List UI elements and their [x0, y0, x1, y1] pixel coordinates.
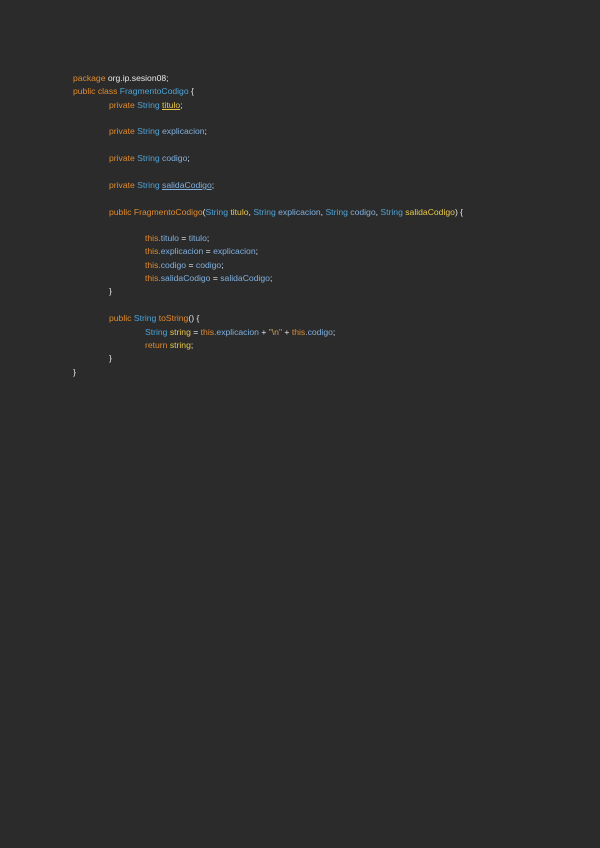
- type: String: [253, 207, 276, 217]
- code-line-field-salidaCodigo: private String salidaCodigo;: [109, 180, 214, 190]
- method-name: toString: [156, 313, 189, 323]
- closing-brace: }: [109, 353, 112, 363]
- field-access: .explicacion: [158, 246, 204, 256]
- document-page: package org.ip.sesion08; public class Fr…: [0, 0, 600, 848]
- code-line-assign-explicacion: this.explicacion = explicacion;: [145, 246, 258, 256]
- class-name: FragmentoCodigo: [117, 86, 189, 96]
- keyword: public: [109, 207, 132, 217]
- code-line-return: return string;: [145, 340, 194, 350]
- parameter: titulo: [227, 207, 249, 217]
- field-access: .explicacion: [214, 327, 259, 337]
- code-line-field-titulo: private String titulo;: [109, 100, 183, 110]
- code-line-close-constructor: }: [109, 286, 112, 296]
- parameter: salidaCodigo: [402, 207, 455, 217]
- code-line-close-class: }: [73, 367, 76, 377]
- code-line-assign-codigo: this.codigo = codigo;: [145, 260, 224, 270]
- type: String: [145, 327, 168, 337]
- code-line-tostring-declaration: public String toString() {: [109, 313, 200, 323]
- keyword: private: [109, 100, 135, 110]
- punctuation: ;: [187, 153, 190, 163]
- package-name: org.ip.sesion08;: [105, 73, 169, 83]
- type: String: [134, 126, 160, 136]
- parameter: explicacion: [275, 207, 321, 217]
- code-line-assign-titulo: this.titulo = titulo;: [145, 233, 210, 243]
- type: String: [134, 100, 160, 110]
- variable: explicacion: [213, 246, 256, 256]
- field-access: .codigo: [158, 260, 187, 270]
- keyword: package: [73, 73, 106, 83]
- code-line-field-explicacion: private String explicacion;: [109, 126, 207, 136]
- type: String: [134, 180, 160, 190]
- field-name: explicacion: [162, 126, 205, 136]
- keyword: this: [145, 273, 159, 283]
- type: String: [131, 313, 157, 323]
- type: String: [325, 207, 348, 217]
- code-line-close-method: }: [109, 353, 112, 363]
- field-access: .salidaCodigo: [158, 273, 211, 283]
- code-line-package: package org.ip.sesion08;: [73, 73, 169, 83]
- field-access: .titulo: [158, 233, 179, 243]
- string-literal: "\n": [268, 327, 283, 337]
- closing-brace: }: [73, 367, 76, 377]
- type: String: [134, 153, 160, 163]
- keyword: this: [145, 260, 159, 270]
- variable: salidaCodigo: [220, 273, 270, 283]
- parameter: codigo: [347, 207, 376, 217]
- punctuation: {: [188, 86, 194, 96]
- code-line-constructor: public FragmentoCodigo(String titulo, St…: [109, 207, 464, 217]
- field-name: codigo: [162, 153, 188, 163]
- type: String: [380, 207, 403, 217]
- keyword: return: [145, 340, 168, 350]
- variable: titulo: [188, 233, 207, 243]
- closing-brace: }: [109, 286, 112, 296]
- code-line-field-codigo: private String codigo;: [109, 153, 190, 163]
- code-line-class-declaration: public class FragmentoCodigo {: [73, 86, 194, 96]
- variable: codigo: [195, 260, 222, 270]
- punctuation: ;: [211, 180, 215, 190]
- keyword: private: [109, 126, 135, 136]
- keyword: this: [145, 233, 159, 243]
- variable: string: [167, 340, 191, 350]
- keyword: public: [109, 313, 132, 323]
- keyword: private: [109, 153, 135, 163]
- punctuation: ;: [204, 126, 207, 136]
- type: String: [205, 207, 228, 217]
- code-line-string-concat: String string = this.explicacion + "\n" …: [145, 327, 336, 337]
- field-name: salidaCodigo: [162, 180, 212, 190]
- constructor-name: FragmentoCodigo: [131, 207, 203, 217]
- code-line-assign-salidaCodigo: this.salidaCodigo = salidaCodigo;: [145, 273, 273, 283]
- keyword: this: [145, 246, 159, 256]
- field-name: titulo: [162, 100, 181, 110]
- punctuation: ;: [180, 100, 183, 110]
- keyword: private: [109, 180, 135, 190]
- variable: string: [167, 327, 191, 337]
- keyword: this: [291, 327, 306, 337]
- keyword: this: [200, 327, 215, 337]
- field-access: .codigo: [305, 327, 333, 337]
- keyword: public class: [73, 86, 118, 96]
